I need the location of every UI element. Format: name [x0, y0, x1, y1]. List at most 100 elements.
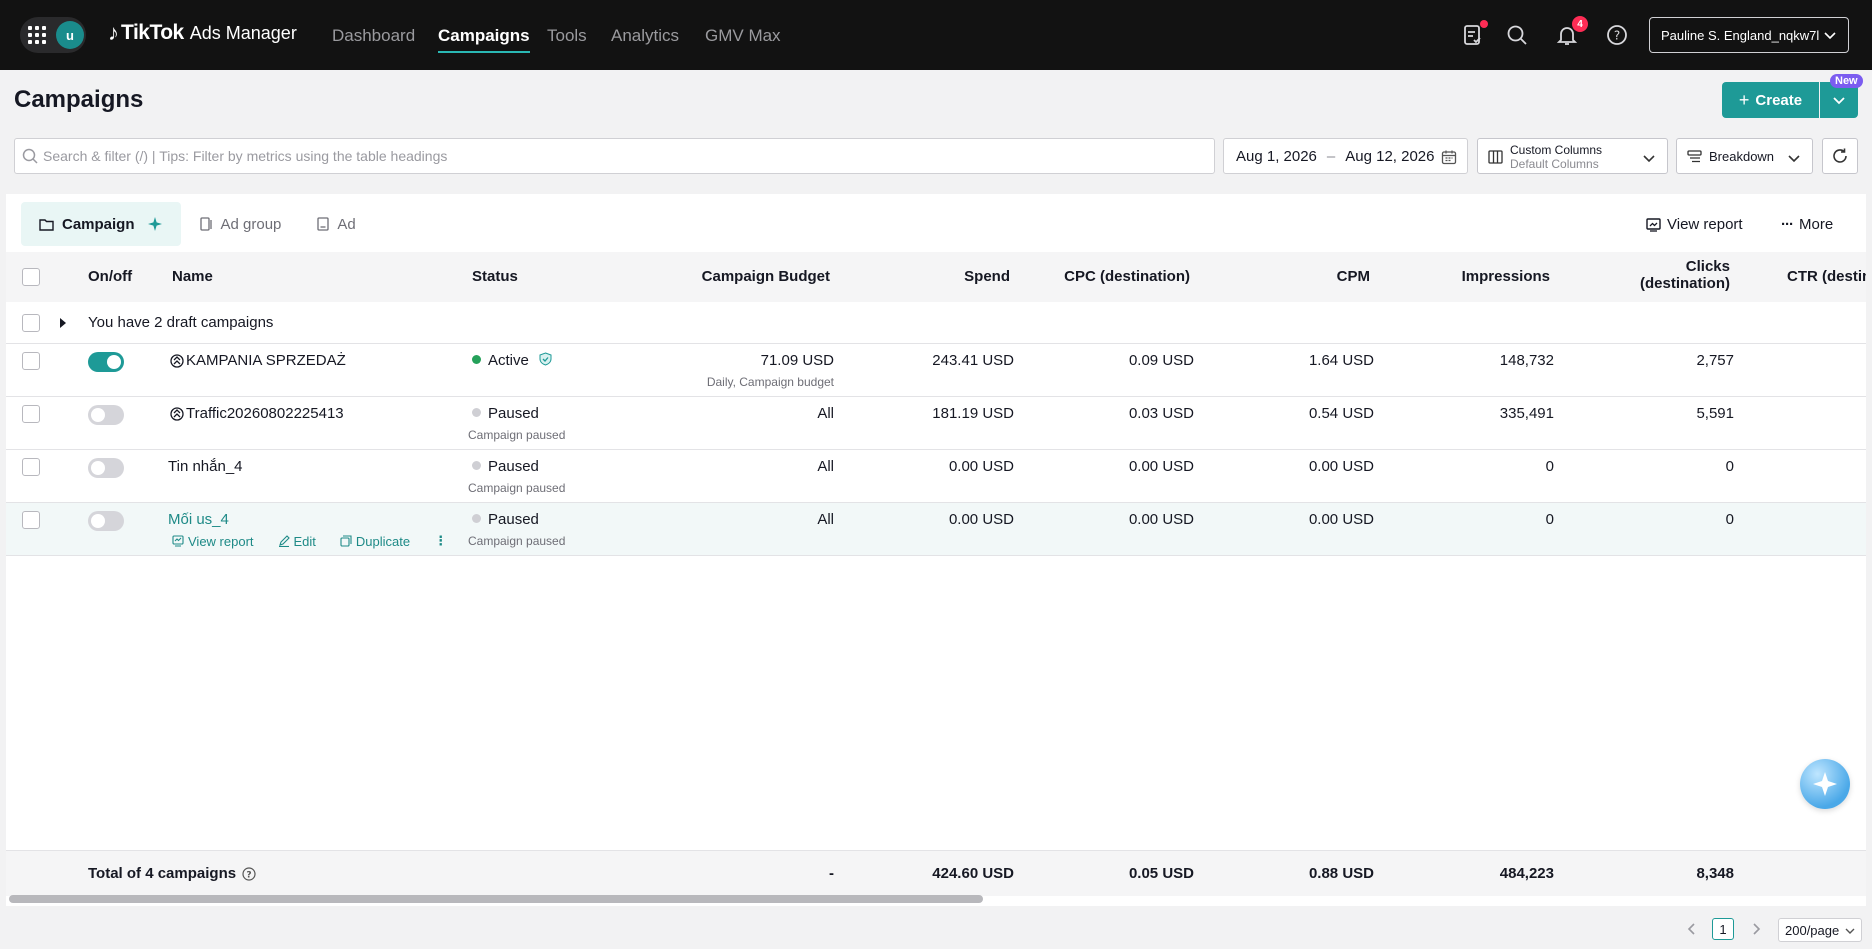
clicks-value: 2,757	[1696, 352, 1734, 369]
row-edit-button[interactable]: Edit	[278, 534, 328, 549]
row-checkbox[interactable]	[22, 314, 40, 332]
info-icon[interactable]: ?	[242, 866, 256, 881]
svg-text:?: ?	[246, 870, 251, 880]
status-active: Active	[472, 352, 552, 369]
table-row[interactable]: Tin nhắn_4 Paused Campaign paused All 0.…	[6, 450, 1866, 503]
task-checklist-icon[interactable]	[1460, 20, 1488, 48]
draft-campaigns-row[interactable]: You have 2 draft campaigns	[6, 302, 1866, 344]
custom-columns-dropdown[interactable]: Custom Columns Default Columns	[1477, 138, 1668, 174]
table-row[interactable]: Traffic20260802225413 Paused Campaign pa…	[6, 397, 1866, 450]
campaign-toggle[interactable]	[88, 352, 124, 372]
nav-campaigns[interactable]: Campaigns	[438, 26, 530, 53]
tab-campaign[interactable]: Campaign	[21, 202, 181, 246]
cpm-value: 0.54 USD	[1308, 405, 1374, 422]
user-avatar[interactable]: u	[56, 21, 84, 49]
total-cpm: 0.88 USD	[1308, 865, 1374, 882]
ad-group-icon	[199, 217, 213, 231]
row-more-icon[interactable]: ⋮	[434, 533, 447, 549]
status-label: Paused	[488, 405, 539, 422]
col-spend[interactable]: Spend	[964, 268, 1010, 285]
status-dot-icon	[472, 408, 481, 417]
next-page-icon[interactable]	[1748, 921, 1764, 937]
budget-type: Daily, Campaign budget	[706, 375, 834, 389]
impressions-value: 335,491	[1499, 405, 1554, 422]
more-label: More	[1799, 216, 1834, 233]
tab-ad-group-label: Ad group	[220, 215, 282, 233]
previous-page-icon[interactable]	[1684, 921, 1700, 937]
view-report-button[interactable]: View report	[1646, 216, 1743, 233]
nav-tools[interactable]: Tools	[547, 26, 587, 46]
campaign-toggle[interactable]	[88, 511, 124, 531]
edit-pencil-icon	[278, 535, 290, 547]
caret-right-icon[interactable]	[59, 317, 67, 329]
help-icon[interactable]: ?	[1604, 22, 1630, 48]
campaign-name[interactable]: Mối us_4	[168, 511, 229, 528]
sparkle-icon	[1813, 772, 1837, 796]
date-range-picker[interactable]: Aug 1, 2026 – Aug 12, 2026	[1223, 138, 1468, 174]
logo-subtitle: Ads Manager	[189, 22, 297, 43]
select-all-checkbox[interactable]	[22, 268, 40, 286]
spend-value: 0.00 USD	[948, 458, 1014, 475]
breakdown-dropdown[interactable]: Breakdown	[1676, 138, 1813, 174]
tiktok-ads-manager-logo[interactable]: ♪ TikTok Ads Manager	[108, 20, 297, 46]
col-impressions[interactable]: Impressions	[1462, 268, 1550, 285]
account-name: Pauline S. England_nqkw7l	[1661, 27, 1820, 43]
col-name[interactable]: Name	[172, 268, 213, 285]
nav-analytics[interactable]: Analytics	[611, 26, 679, 46]
nav-dashboard[interactable]: Dashboard	[332, 26, 415, 46]
total-clicks: 8,348	[1696, 865, 1734, 882]
table-row[interactable]: KAMPANIA SPRZEDAŻ Active 71.09 USD Daily…	[6, 344, 1866, 397]
table-row[interactable]: Mối us_4 View report Edit Duplicate ⋮ Pa…	[6, 503, 1866, 556]
search-icon[interactable]	[1504, 22, 1530, 48]
refresh-button[interactable]	[1822, 138, 1858, 174]
horizontal-scrollbar[interactable]	[9, 895, 983, 903]
ai-assistant-button[interactable]	[1800, 759, 1850, 809]
campaign-budget: 71.09 USD	[760, 352, 834, 369]
col-ctr[interactable]: CTR (destin	[1787, 268, 1866, 285]
tab-ad[interactable]: Ad	[299, 202, 373, 246]
date-start: Aug 1, 2026	[1236, 147, 1317, 165]
nav-gmv-max[interactable]: GMV Max	[705, 26, 781, 46]
row-view-report-button[interactable]: View report	[172, 534, 266, 549]
status-detail: Campaign paused	[468, 428, 566, 442]
page-size-select[interactable]: 200/page	[1778, 918, 1862, 942]
row-duplicate-button[interactable]: Duplicate	[340, 534, 422, 549]
status-paused: Paused	[472, 458, 539, 475]
col-clicks-line2: (destination)	[1640, 275, 1730, 292]
campaign-toggle[interactable]	[88, 405, 124, 425]
col-onoff[interactable]: On/off	[88, 268, 132, 285]
duplicate-icon	[340, 535, 352, 547]
more-button[interactable]: ··· More	[1781, 216, 1833, 233]
row-checkbox[interactable]	[22, 458, 40, 476]
page-number-current[interactable]: 1	[1712, 918, 1734, 940]
campaign-name[interactable]: Tin nhắn_4	[168, 458, 243, 475]
spend-value: 243.41 USD	[932, 352, 1014, 369]
row-checkbox[interactable]	[22, 511, 40, 529]
notification-bell-icon[interactable]: 4	[1554, 16, 1588, 48]
impressions-value: 148,732	[1499, 352, 1554, 369]
col-cpm[interactable]: CPM	[1337, 268, 1370, 285]
notification-count-badge: 4	[1572, 16, 1588, 32]
row-duplicate-label: Duplicate	[355, 533, 411, 549]
status-paused: Paused	[472, 405, 539, 422]
tab-ad-label: Ad	[337, 215, 356, 233]
account-selector[interactable]: Pauline S. England_nqkw7l	[1649, 17, 1849, 53]
top-navigation-bar: u ♪ TikTok Ads Manager Dashboard Campaig…	[0, 0, 1872, 70]
row-checkbox[interactable]	[22, 352, 40, 370]
search-filter-input[interactable]: Search & filter (/) | Tips: Filter by me…	[14, 138, 1215, 174]
campaign-name[interactable]: KAMPANIA SPRZEDAŻ	[186, 352, 346, 369]
breakdown-icon	[1687, 150, 1702, 163]
col-clicks[interactable]: Clicks (destination)	[1640, 258, 1730, 292]
campaigns-table-panel: Campaign Ad group Ad View report ··· Mor…	[6, 194, 1866, 906]
col-cpc[interactable]: CPC (destination)	[1064, 268, 1190, 285]
row-checkbox[interactable]	[22, 405, 40, 423]
col-status[interactable]: Status	[472, 268, 518, 285]
tab-ad-group[interactable]: Ad group	[181, 202, 300, 246]
campaign-toggle[interactable]	[88, 458, 124, 478]
cpm-value: 0.00 USD	[1308, 511, 1374, 528]
breakdown-label: Breakdown	[1709, 148, 1775, 164]
create-button[interactable]: + Create	[1722, 82, 1819, 118]
campaign-name[interactable]: Traffic20260802225413	[186, 405, 344, 422]
smart-campaign-icon	[170, 354, 184, 368]
col-campaign-budget[interactable]: Campaign Budget	[702, 268, 830, 285]
